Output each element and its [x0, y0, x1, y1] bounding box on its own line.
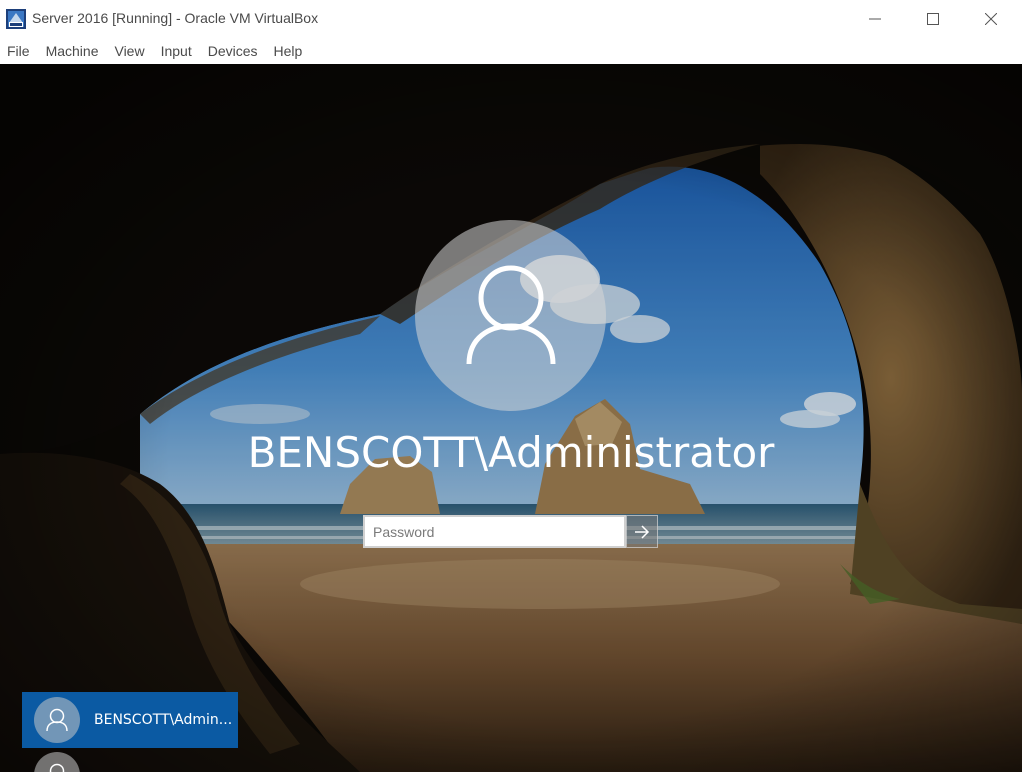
lock-screen-background [0, 64, 1022, 772]
close-button[interactable] [962, 0, 1020, 38]
virtualbox-icon [6, 9, 26, 29]
user-avatar [415, 220, 606, 411]
password-input[interactable] [363, 515, 626, 548]
menu-help[interactable]: Help [266, 38, 311, 64]
menu-input[interactable]: Input [153, 38, 200, 64]
window-title: Server 2016 [Running] - Oracle VM Virtua… [32, 10, 319, 26]
menu-machine[interactable]: Machine [38, 38, 107, 64]
user-icon [46, 708, 68, 732]
menu-file[interactable]: File [0, 38, 38, 64]
title-bar: Server 2016 [Running] - Oracle VM Virtua… [0, 0, 1022, 38]
submit-button[interactable] [626, 515, 658, 548]
minimize-icon [869, 18, 881, 20]
menu-view[interactable]: View [106, 38, 152, 64]
maximize-icon [927, 13, 939, 25]
user-tile-selected[interactable]: BENSCOTT\Admin... [22, 692, 238, 748]
menu-bar: File Machine View Input Devices Help [0, 38, 1022, 64]
user-icon [49, 763, 65, 772]
login-username: BENSCOTT\Administrator [247, 428, 775, 477]
password-row [363, 515, 658, 548]
arrow-right-icon [635, 524, 650, 539]
maximize-button[interactable] [904, 0, 962, 38]
tile-avatar [34, 752, 80, 772]
user-tile-name: BENSCOTT\Admin... [94, 712, 233, 728]
user-tile-other[interactable] [22, 750, 238, 772]
minimize-button[interactable] [846, 0, 904, 38]
close-icon [985, 13, 997, 25]
menu-devices[interactable]: Devices [200, 38, 266, 64]
user-icon [466, 265, 555, 364]
vm-display[interactable]: BENSCOTT\Administrator BENSCOTT\Admin... [0, 64, 1022, 772]
tile-avatar [34, 697, 80, 743]
